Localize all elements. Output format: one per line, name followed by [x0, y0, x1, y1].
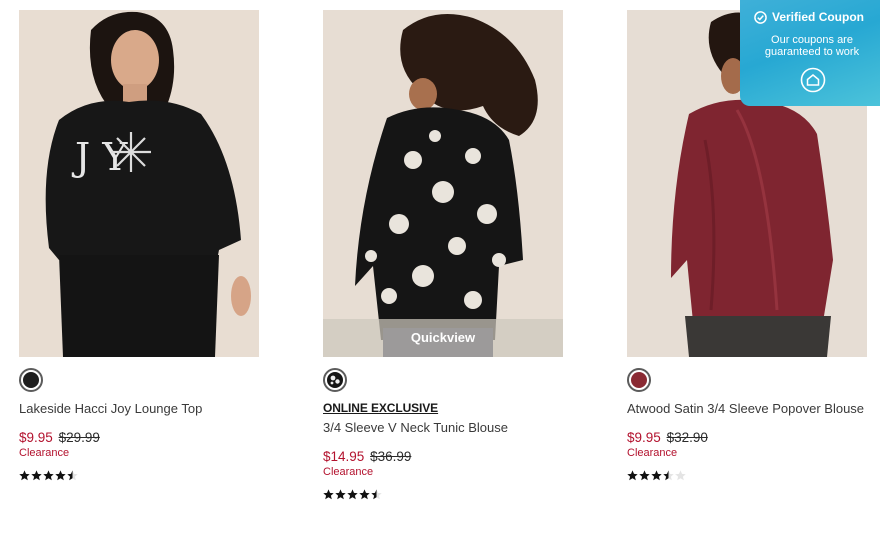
star-icon [19, 470, 30, 481]
star-icon [627, 470, 638, 481]
product-name[interactable]: Lakeside Hacci Joy Lounge Top [19, 400, 259, 418]
coupon-subtitle: Our coupons are guaranteed to work [764, 34, 860, 58]
star-icon [31, 470, 42, 481]
original-price: $32.90 [666, 430, 708, 445]
original-price: $36.99 [370, 449, 412, 464]
product-image-lounge-top[interactable]: J Y [19, 10, 259, 357]
sale-price: $14.95 [323, 449, 365, 464]
star-rating [19, 470, 259, 482]
swatch-fill [23, 372, 39, 388]
original-price: $29.99 [58, 430, 100, 445]
star-icon [639, 470, 650, 481]
product-name[interactable]: Atwood Satin 3/4 Sleeve Popover Blouse [627, 400, 867, 418]
price-row: $9.95 $32.90 [627, 430, 867, 446]
star-icon [371, 489, 382, 500]
verified-coupon-widget[interactable]: Verified Coupon Our coupons are guarante… [740, 0, 880, 106]
star-icon [335, 489, 346, 500]
star-icon [663, 470, 674, 481]
star-icon [675, 470, 686, 481]
online-exclusive-badge: ONLINE EXCLUSIVE [323, 401, 439, 415]
price-row: $14.95 $36.99 [323, 449, 563, 465]
star-icon [67, 470, 78, 481]
clearance-label: Clearance [627, 447, 678, 459]
star-rating [627, 470, 867, 482]
star-icon [651, 470, 662, 481]
coupon-title: Verified Coupon [772, 10, 865, 24]
product-image-tunic-blouse[interactable]: Quickview [323, 10, 563, 357]
swatch-fill [631, 372, 647, 388]
product-name[interactable]: 3/4 Sleeve V Neck Tunic Blouse [323, 419, 563, 437]
star-icon [43, 470, 54, 481]
star-icon [323, 489, 334, 500]
check-badge-icon [754, 10, 767, 24]
star-icon [347, 489, 358, 500]
price-row: $9.95 $29.99 [19, 430, 259, 446]
color-swatch-black[interactable] [19, 368, 43, 392]
star-icon [55, 470, 66, 481]
coupon-title-row: Verified Coupon [754, 10, 864, 24]
star-icon [359, 489, 370, 500]
product-card: J Y Lakeside Hacci Joy Lounge Top $9.95 … [19, 10, 259, 482]
sale-price: $9.95 [19, 430, 53, 445]
sale-price: $9.95 [627, 430, 661, 445]
quickview-button[interactable]: Quickview [323, 319, 563, 357]
clearance-label: Clearance [323, 466, 374, 478]
product-card: Quickview ONLINE EXCLUSIVE 3/4 Sleeve V … [323, 10, 563, 501]
star-rating [323, 489, 563, 501]
home-icon[interactable] [800, 67, 826, 93]
floral-swatch-icon [327, 372, 343, 388]
color-swatch-burgundy[interactable] [627, 368, 651, 392]
color-swatch-floral[interactable] [323, 368, 347, 392]
clearance-label: Clearance [19, 447, 70, 459]
